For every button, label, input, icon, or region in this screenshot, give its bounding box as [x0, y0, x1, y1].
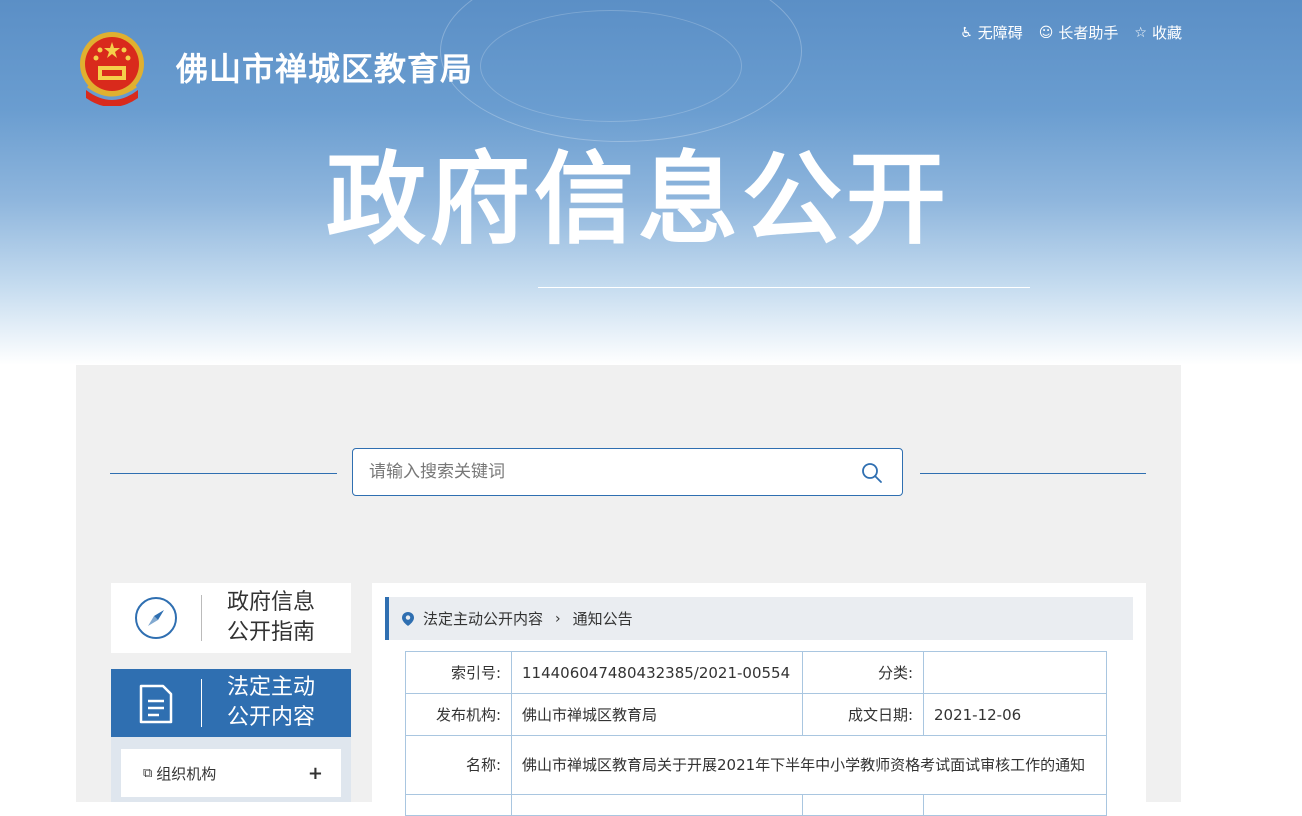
guide-line-2: 公开指南 — [227, 620, 316, 645]
breadcrumb: 法定主动公开内容 › 通知公告 — [385, 597, 1133, 640]
name-label: 名称: — [405, 735, 512, 795]
site-name[interactable]: 佛山市禅城区教育局 — [176, 44, 473, 90]
sidebar-item-label: 组织机构 — [156, 764, 217, 783]
table-row: 名称: 佛山市禅城区教育局关于开展2021年下半年中小学教师资格考试面试审核工作… — [405, 735, 1107, 795]
national-emblem-icon — [80, 32, 144, 106]
divider — [201, 595, 202, 641]
date-value: 2021-12-06 — [923, 693, 1107, 736]
table-row — [405, 794, 1107, 816]
sidebar-item-organization[interactable]: ⧉ 组织机构 + — [121, 749, 341, 797]
category-label: 分类: — [802, 651, 924, 694]
sidebar-item-label-wrap: ⧉ 组织机构 — [143, 763, 216, 784]
search-box — [352, 448, 903, 496]
index-value: 114406047480432385/2021-00554 — [511, 651, 803, 694]
empty-cell — [511, 794, 803, 816]
favorite-label: 收藏 — [1151, 24, 1182, 42]
category-value — [923, 651, 1107, 694]
empty-cell — [802, 794, 924, 816]
publisher-label: 发布机构: — [405, 693, 512, 736]
empty-cell — [405, 794, 512, 816]
top-links: ♿ 无障碍 ☺ 长者助手 ☆ 收藏 — [960, 22, 1182, 43]
location-icon — [402, 611, 414, 626]
search-input[interactable] — [353, 449, 875, 495]
publisher-value: 佛山市禅城区教育局 — [511, 693, 803, 736]
active-line-2: 公开内容 — [227, 705, 316, 730]
guide-line-1: 政府信息 — [227, 590, 316, 615]
name-value: 佛山市禅城区教育局关于开展2021年下半年中小学教师资格考试面试审核工作的通知 — [511, 735, 1107, 795]
accessibility-link[interactable]: ♿ 无障碍 — [960, 22, 1023, 43]
accessibility-icon: ♿ — [960, 24, 973, 41]
compass-icon — [135, 597, 177, 639]
title-divider — [538, 287, 1030, 288]
breadcrumb-parent[interactable]: 法定主动公开内容 — [423, 608, 543, 629]
document-icon — [139, 684, 173, 724]
search-icon[interactable] — [860, 461, 884, 485]
favorite-link[interactable]: ☆ 收藏 — [1134, 22, 1182, 43]
star-icon: ☆ — [1134, 24, 1147, 41]
active-line-1: 法定主动 — [227, 675, 316, 700]
search-decor-line-left — [110, 473, 337, 474]
divider — [201, 679, 202, 727]
info-table: 索引号: 114406047480432385/2021-00554 分类: 发… — [405, 651, 1107, 816]
table-row: 索引号: 114406047480432385/2021-00554 分类: — [405, 651, 1107, 694]
copy-icon: ⧉ — [143, 765, 153, 781]
active-content-card[interactable]: 法定主动 公开内容 — [111, 669, 351, 737]
date-label: 成文日期: — [802, 693, 924, 736]
empty-cell — [923, 794, 1107, 816]
elder-helper-label: 长者助手 — [1058, 24, 1119, 42]
chevron-right-icon: › — [555, 610, 561, 627]
guide-title: 政府信息 公开指南 — [227, 588, 337, 648]
breadcrumb-current[interactable]: 通知公告 — [573, 608, 633, 629]
table-row: 发布机构: 佛山市禅城区教育局 成文日期: 2021-12-06 — [405, 693, 1107, 736]
active-title: 法定主动 公开内容 — [227, 673, 337, 733]
banner-title: 政府信息公开 — [326, 141, 950, 258]
accessibility-label: 无障碍 — [977, 24, 1023, 42]
elder-helper-icon: ☺ — [1038, 24, 1054, 41]
search-decor-line-right — [920, 473, 1146, 474]
decorative-flower — [480, 10, 742, 122]
elder-helper-link[interactable]: ☺ 长者助手 — [1039, 22, 1119, 43]
expand-icon[interactable]: + — [308, 763, 323, 784]
guide-card[interactable]: 政府信息 公开指南 — [111, 583, 351, 653]
index-label: 索引号: — [405, 651, 512, 694]
